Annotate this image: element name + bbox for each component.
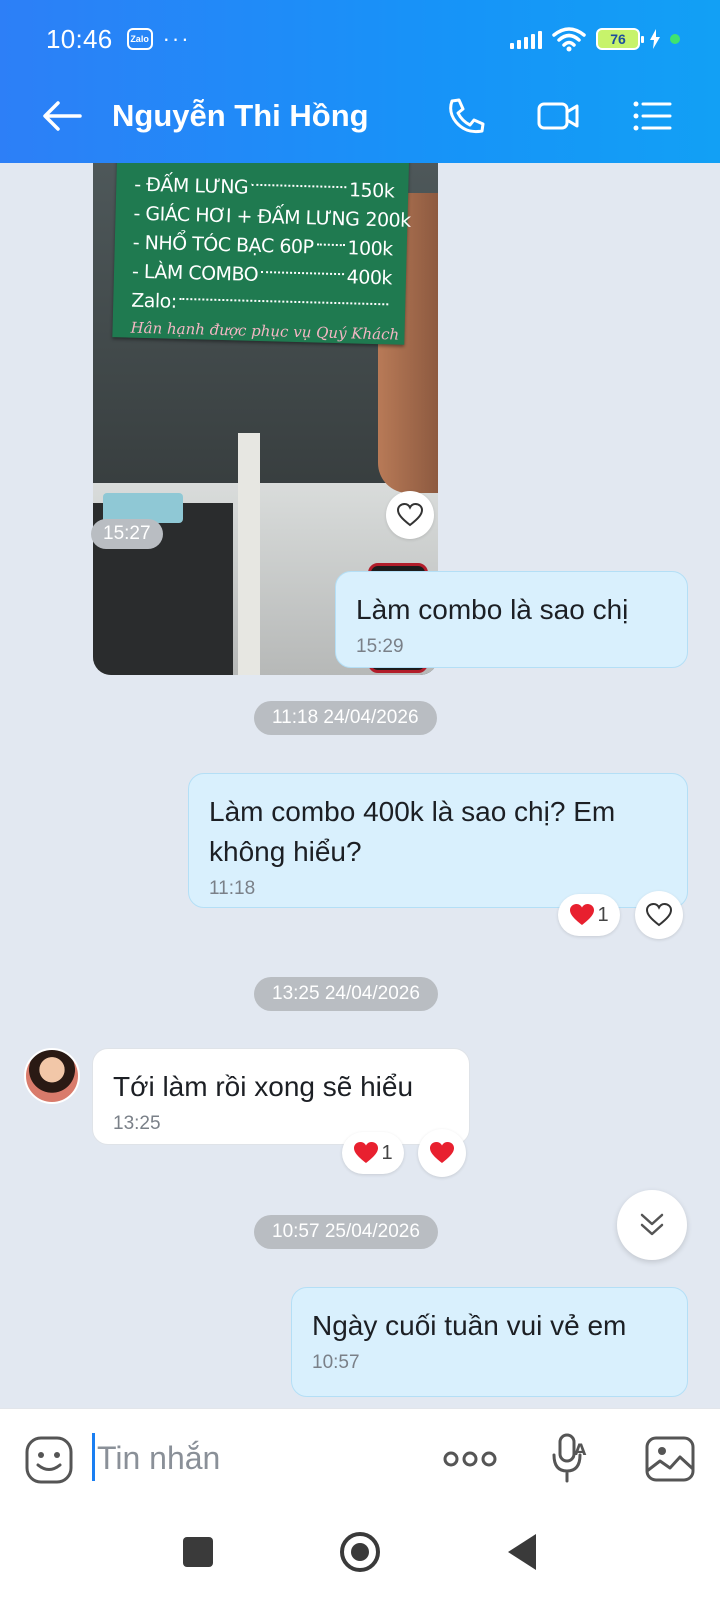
like-heart-icon[interactable]: [635, 891, 683, 939]
date-divider: 10:57 25/04/2026: [254, 1215, 438, 1249]
text-cursor: [92, 1433, 95, 1481]
double-chevron-down-icon: [640, 1213, 664, 1236]
chat-area[interactable]: - ĐẤM LƯNG 150k - GIÁC HƠI + ĐẤM LƯNG 200k…: [0, 163, 720, 1408]
status-time: 10:46: [46, 23, 113, 54]
more-notifications-icon: ···: [162, 26, 191, 51]
price-sign: - ĐẤM LƯNG 150k - GIÁC HƠI + ĐẤM LƯNG 200k…: [112, 163, 411, 345]
system-nav-bar: [0, 1508, 720, 1600]
battery-level: 76: [610, 31, 626, 47]
top-bar: 10:46 Zalo ··· 76 Nguyễn Thi Hồng: [0, 0, 720, 163]
message-text: Ngày cuối tuần vui vẻ em: [312, 1310, 627, 1341]
message-bubble-outgoing[interactable]: Làm combo là sao chị 15:29: [335, 571, 688, 668]
message-bubble-outgoing[interactable]: Ngày cuối tuần vui vẻ em 10:57: [291, 1287, 688, 1397]
back-arrow-icon[interactable]: [40, 98, 84, 134]
red-heart-icon: [570, 904, 595, 925]
recent-apps-button[interactable]: [183, 1537, 213, 1567]
video-call-icon[interactable]: [536, 96, 580, 136]
reaction-count: 1: [597, 903, 609, 926]
reaction-summary[interactable]: 1: [558, 894, 620, 936]
menu-icon[interactable]: [630, 96, 674, 136]
message-time: 10:57: [312, 1352, 360, 1373]
date-divider: 11:18 24/04/2026: [254, 701, 437, 735]
status-bar: 10:46 Zalo ··· 76: [46, 22, 680, 56]
message-bubble-outgoing[interactable]: Làm combo 400k là sao chị? Em không hiểu…: [188, 773, 688, 908]
home-button[interactable]: [340, 1532, 380, 1572]
like-heart-icon[interactable]: [386, 491, 434, 539]
message-input-bar: A: [0, 1408, 720, 1508]
reaction-count: 1: [381, 1141, 393, 1164]
message-time: 15:29: [356, 636, 404, 657]
sign-motto: Hân hạnh được phục vụ Quý Khách: [130, 318, 400, 344]
battery-icon: 76: [596, 28, 644, 50]
message-bubble-incoming[interactable]: Tới làm rồi xong sẽ hiểu 13:25: [92, 1048, 470, 1145]
charging-icon: [650, 29, 660, 49]
system-back-button[interactable]: [508, 1534, 536, 1570]
message-time: 13:25: [113, 1113, 161, 1134]
message-input[interactable]: [97, 1433, 417, 1483]
svg-text:A: A: [574, 1440, 587, 1459]
wifi-icon: [552, 27, 586, 52]
contact-name[interactable]: Nguyễn Thi Hồng: [112, 98, 369, 134]
message-text: Tới làm rồi xong sẽ hiểu: [113, 1071, 414, 1102]
contact-avatar[interactable]: [24, 1048, 80, 1104]
reacted-heart-icon[interactable]: [418, 1129, 466, 1177]
voice-microphone-icon[interactable]: A: [550, 1431, 590, 1487]
sign-line: Zalo:: [131, 286, 406, 322]
chat-header: Nguyễn Thi Hồng: [0, 88, 720, 144]
sticker-emoji-icon[interactable]: [24, 1435, 74, 1485]
date-divider: 13:25 24/04/2026: [254, 977, 438, 1011]
signal-icon: [510, 29, 542, 49]
more-options-icon[interactable]: [442, 1439, 498, 1479]
message-text: Làm combo là sao chị: [356, 594, 629, 625]
privacy-indicator-icon: [670, 34, 680, 44]
red-heart-icon: [354, 1142, 379, 1163]
message-text: Làm combo 400k là sao chị? Em không hiểu…: [209, 796, 616, 867]
scroll-to-bottom-button[interactable]: [617, 1190, 687, 1260]
reaction-summary[interactable]: 1: [342, 1132, 404, 1174]
photo-sign-pole: [238, 433, 260, 675]
zalo-notification-icon: Zalo: [126, 28, 153, 50]
photo-timestamp: 15:27: [91, 519, 163, 549]
phone-icon[interactable]: [444, 96, 488, 136]
image-gallery-icon[interactable]: [644, 1433, 696, 1485]
